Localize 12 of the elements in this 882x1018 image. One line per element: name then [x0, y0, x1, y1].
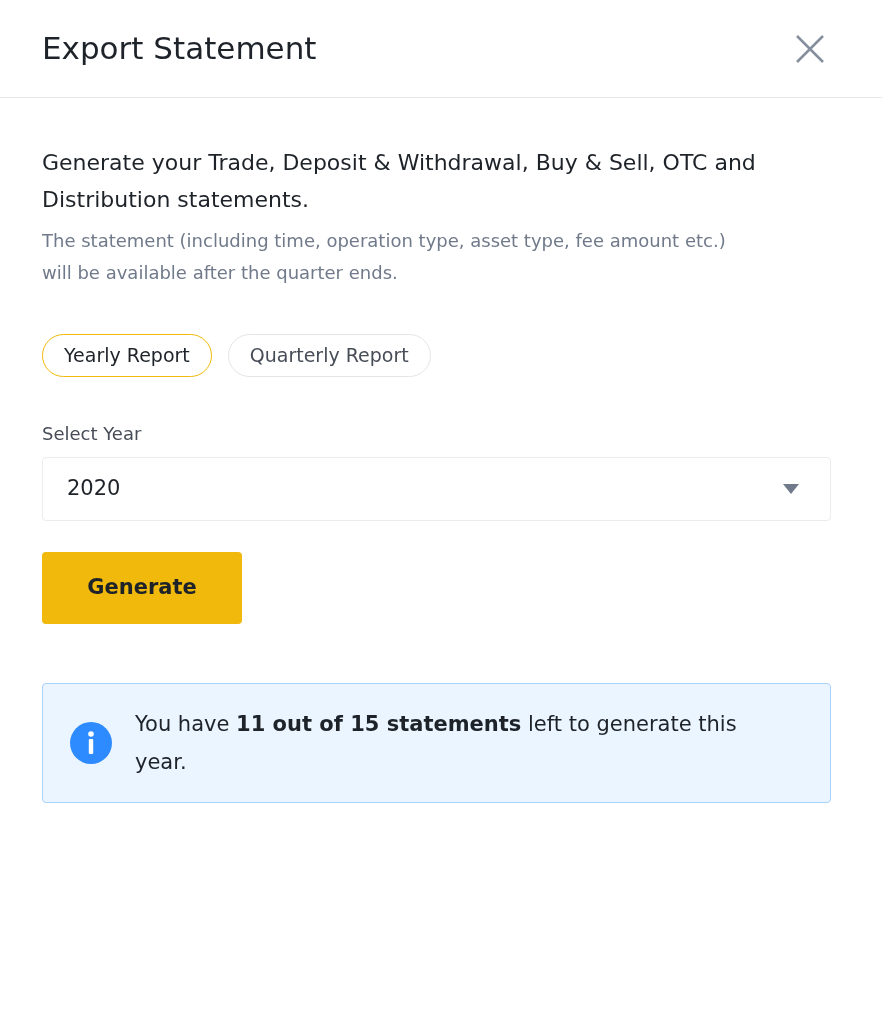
close-button[interactable]	[794, 32, 826, 65]
description-text: Generate your Trade, Deposit & Withdrawal, Buy & Sell, OTC and Distribution statements.	[42, 149, 757, 214]
year-select[interactable]: 2020	[42, 457, 831, 521]
selected-year: 2020	[67, 475, 121, 503]
info-text: You have 11 out of 15 statements left to generate this year.	[135, 711, 738, 776]
select-label: Select Year	[42, 422, 143, 446]
close-icon	[795, 33, 825, 64]
caret-down-icon	[783, 484, 799, 494]
dialog-title: Export Statement	[42, 33, 317, 64]
note-text: The statement (including time, operation type, asset type, fee amount etc.) will be available after the quarter ends.	[42, 229, 727, 285]
generate-button[interactable]: Generate	[42, 552, 242, 624]
info-icon	[70, 722, 112, 764]
